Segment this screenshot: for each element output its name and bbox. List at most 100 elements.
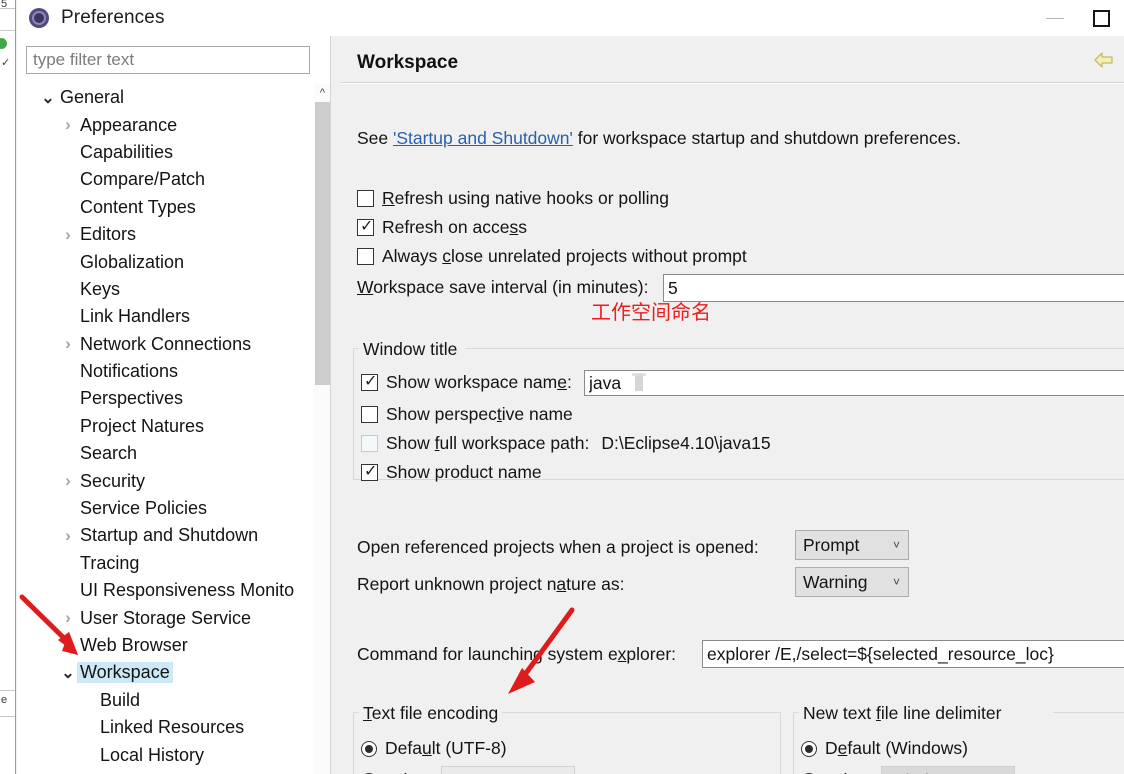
sidebar-item-label: Editors (80, 224, 137, 245)
checkbox-label: Show full workspace path: (386, 433, 590, 453)
radio-dot (365, 744, 373, 753)
back-arrow-icon[interactable] (1094, 51, 1114, 69)
sidebar-item-label: Appearance (80, 114, 178, 135)
preferences-tree[interactable]: ⌄ General › Appearance Capabilities Compare/P… (17, 84, 308, 774)
chevron-down-icon: ˅ (892, 575, 900, 589)
sidebar-item-notifications[interactable]: Notifications (17, 358, 308, 385)
report-unknown-nature-label: Report unknown project nature as: (357, 574, 625, 594)
preferences-gear-icon (28, 7, 50, 29)
sidebar-item-general[interactable]: ⌄ General (17, 84, 308, 111)
checkbox-box[interactable] (357, 248, 374, 265)
radio-dot (805, 744, 813, 753)
sidebar-item-capabilities[interactable]: Capabilities (17, 139, 308, 166)
background-application-strip: 5 ✓ e (0, 0, 16, 774)
sidebar-item-aixcoder-preferences[interactable]: AiXcoder Preferences (17, 769, 308, 774)
sidebar-item-label: User Storage Service (80, 607, 252, 628)
chevron-right-icon[interactable]: › (59, 526, 77, 546)
chevron-right-icon[interactable]: › (59, 115, 77, 135)
radio-delimiter-default[interactable]: Default (Windows) (801, 738, 968, 759)
sidebar-item-build[interactable]: Build (17, 687, 308, 714)
sidebar-item-label: Security (80, 470, 146, 491)
radio-button[interactable] (801, 740, 817, 757)
checkbox-refresh-native-hooks[interactable]: Refresh using native hooks or polling (357, 188, 669, 209)
sidebar-item-workspace[interactable]: ⌄ Workspace (17, 659, 308, 686)
sidebar-item-service-policies[interactable]: Service Policies (17, 495, 308, 522)
chevron-down-icon[interactable]: ⌄ (39, 88, 57, 108)
open-referenced-projects-label: Open referenced projects when a project … (357, 537, 759, 557)
sidebar-item-compare-patch[interactable]: Compare/Patch (17, 166, 308, 193)
checkbox-box[interactable]: ✓ (361, 373, 378, 391)
checkbox-always-close-unrelated[interactable]: Always close unrelated projects without … (357, 246, 747, 267)
radio-button[interactable] (361, 740, 377, 757)
sidebar-item-perspectives[interactable]: Perspectives (17, 385, 308, 412)
annotation-workspace-name-note: 工作空间命名 (591, 300, 711, 324)
checkbox-box[interactable]: ✓ (357, 218, 374, 236)
checkbox-box (361, 435, 378, 452)
sidebar-item-user-storage-service[interactable]: › User Storage Service (17, 604, 308, 631)
intro-prefix: See (357, 128, 393, 148)
sidebar-item-label: General (60, 87, 125, 108)
select-value: Warning (803, 571, 868, 592)
sidebar-item-label: Capabilities (80, 141, 174, 162)
sidebar-item-search[interactable]: Search (17, 440, 308, 467)
sidebar-item-local-history[interactable]: Local History (17, 741, 308, 768)
command-explorer-input[interactable] (702, 640, 1124, 668)
checkbox-show-perspective-name[interactable]: Show perspective name (361, 404, 573, 425)
checkbox-box[interactable] (361, 406, 378, 423)
sidebar-item-label: Workspace (77, 662, 173, 684)
tree-scrollbar[interactable]: ^ (314, 84, 331, 774)
sidebar-item-label: Local History (100, 744, 205, 765)
radio-label: Default (UTF-8) (385, 738, 507, 758)
open-referenced-projects-select[interactable]: Prompt ˅ (795, 530, 909, 560)
sidebar-item-security[interactable]: › Security (17, 467, 308, 494)
maximize-button[interactable] (1078, 0, 1124, 36)
intro-sentence: See 'Startup and Shutdown' for workspace… (357, 128, 961, 149)
sidebar-item-linked-resources[interactable]: Linked Resources (17, 714, 308, 741)
scroll-up-icon[interactable]: ^ (314, 84, 331, 101)
minimize-button[interactable] (1032, 0, 1078, 36)
sidebar-item-label: Build (100, 689, 141, 710)
select-value: Prompt (803, 534, 860, 555)
chevron-down-icon[interactable]: ⌄ (59, 663, 77, 683)
checkbox-refresh-on-access[interactable]: ✓ Refresh on access (357, 217, 527, 238)
checkbox-box[interactable] (357, 190, 374, 207)
radio-encoding-other[interactable]: Other: (361, 770, 434, 774)
chevron-right-icon[interactable]: › (59, 225, 77, 245)
radio-encoding-default[interactable]: Default (UTF-8) (361, 738, 507, 759)
scrollbar-thumb[interactable] (315, 102, 330, 385)
sidebar-item-content-types[interactable]: Content Types (17, 194, 308, 221)
workspace-path-value: D:\Eclipse4.10\java15 (601, 433, 771, 453)
sidebar-item-tracing[interactable]: Tracing (17, 550, 308, 577)
chevron-right-icon[interactable]: › (59, 471, 77, 491)
sidebar-item-label: Compare/Patch (80, 169, 206, 190)
sidebar-item-network-connections[interactable]: › Network Connections (17, 331, 308, 358)
checkbox-box[interactable]: ✓ (361, 463, 378, 481)
workspace-name-input[interactable] (584, 370, 1124, 396)
sidebar-item-link-handlers[interactable]: Link Handlers (17, 303, 308, 330)
line-delimiter-group-label: New text file line delimiter (799, 703, 1006, 724)
search-input[interactable] (26, 46, 310, 74)
radio-delimiter-other[interactable]: Other: (801, 770, 874, 774)
sidebar-item-label: Globalization (80, 251, 185, 272)
chevron-right-icon[interactable]: › (59, 334, 77, 354)
report-unknown-nature-select[interactable]: Warning ˅ (795, 567, 909, 597)
chevron-right-icon[interactable]: › (59, 608, 77, 628)
checkbox-show-product-name[interactable]: ✓ Show product name (361, 462, 542, 483)
sidebar-item-project-natures[interactable]: Project Natures (17, 413, 308, 440)
sidebar-item-keys[interactable]: Keys (17, 276, 308, 303)
sidebar-item-startup-and-shutdown[interactable]: › Startup and Shutdown (17, 522, 308, 549)
sidebar-item-web-browser[interactable]: Web Browser (17, 632, 308, 659)
checkbox-show-workspace-name[interactable]: ✓ Show workspace name: (361, 372, 572, 393)
window-title-group-label: Window title (359, 339, 462, 360)
startup-and-shutdown-link[interactable]: 'Startup and Shutdown' (393, 128, 573, 148)
sidebar-item-editors[interactable]: › Editors (17, 221, 308, 248)
checkbox-label: Refresh using native hooks or polling (382, 188, 669, 208)
save-interval-input[interactable] (663, 274, 1124, 302)
sidebar-item-globalization[interactable]: Globalization (17, 248, 308, 275)
sidebar-item-label: Perspectives (80, 388, 184, 409)
sidebar-item-ui-responsiveness-monito[interactable]: UI Responsiveness Monito (17, 577, 308, 604)
chevron-down-icon: ˅ (892, 538, 900, 552)
sidebar-item-appearance[interactable]: › Appearance (17, 111, 308, 138)
preferences-dialog-screenshot: 5 ✓ e Preferences type filter text ⌄ Gen… (0, 0, 1124, 774)
check-icon: ✓ (360, 218, 374, 235)
